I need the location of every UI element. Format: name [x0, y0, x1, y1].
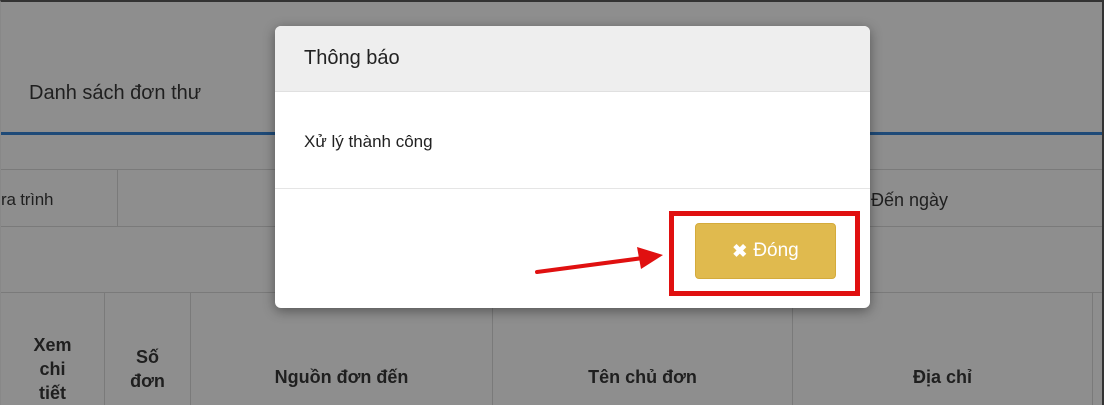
annotation-highlight-box [669, 211, 860, 296]
table-header: Xem chi tiết Số đơn Nguồn đơn đến Tên ch… [1, 292, 1102, 405]
filter-label-to-date: Đến ngày [871, 190, 949, 210]
column-header-source[interactable]: Nguồn đơn đến [191, 293, 493, 405]
column-header-view-detail[interactable]: Xem chi tiết [1, 293, 105, 405]
dialog-header: Thông báo [275, 26, 870, 92]
column-header-owner[interactable]: Tên chủ đơn [493, 293, 793, 405]
column-header-address[interactable]: Địa chỉ [793, 293, 1093, 405]
dialog-body: Xử lý thành công [275, 92, 870, 189]
app-window: Danh sách đơn thư ra trình Đến ngày Xem … [0, 0, 1104, 405]
dialog-title: Thông báo [304, 47, 400, 69]
filter-divider [117, 170, 118, 226]
page-title: Danh sách đơn thư [29, 82, 202, 104]
annotation-arrow-icon [535, 247, 663, 274]
filter-label-left: ra trình [1, 190, 54, 209]
column-header-number[interactable]: Số đơn [105, 293, 191, 405]
dialog-message: Xử lý thành công [304, 132, 433, 151]
